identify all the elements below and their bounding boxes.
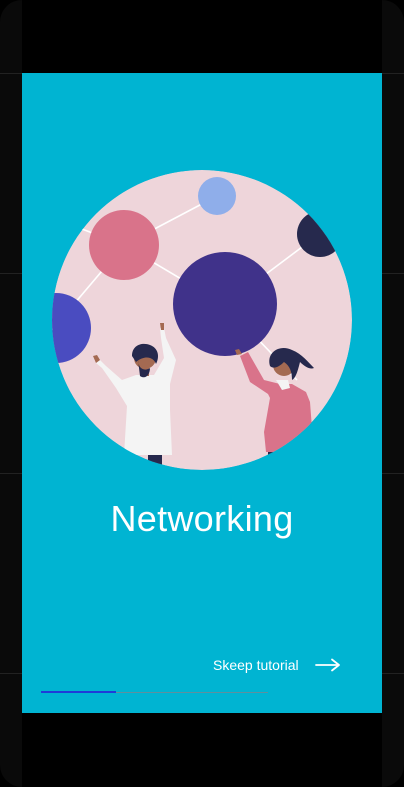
node-pink: [89, 210, 159, 280]
progress-fill: [41, 691, 116, 693]
status-bar-area: [22, 0, 382, 73]
onboarding-progress-bar: [41, 691, 268, 693]
networking-illustration: [52, 170, 352, 470]
node-purple: [173, 252, 277, 356]
skip-tutorial-label: Skeep tutorial: [213, 657, 299, 673]
onboarding-screen: Networking Skeep tutorial: [22, 73, 382, 713]
arrow-right-icon: [314, 658, 340, 672]
navigation-bar-area: [22, 713, 382, 787]
device-frame: Networking Skeep tutorial: [0, 0, 404, 787]
node-navy: [297, 211, 343, 257]
node-lightblue: [198, 177, 236, 215]
skip-tutorial-button[interactable]: Skeep tutorial: [213, 657, 341, 673]
onboarding-title: Networking: [110, 498, 294, 539]
